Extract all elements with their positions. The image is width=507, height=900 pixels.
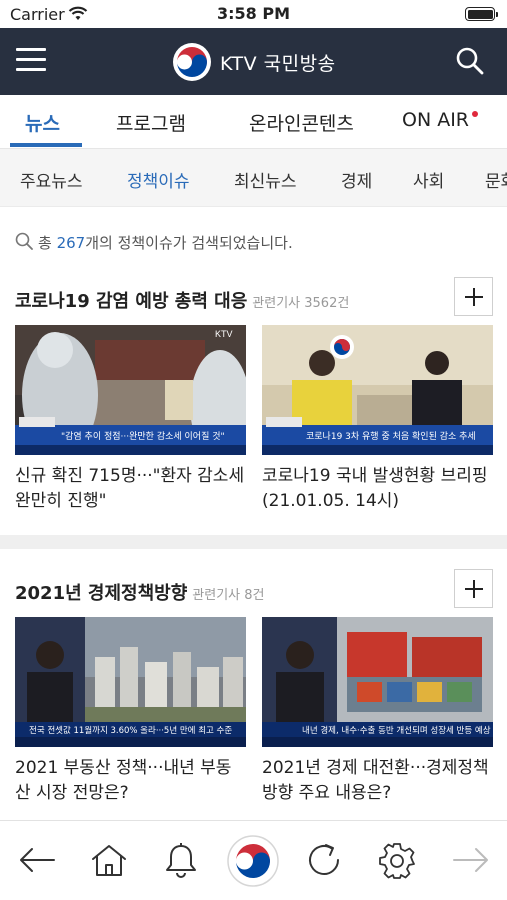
- section-title-text: 2021년 경제정책방향: [15, 583, 188, 604]
- status-time: 3:58 PM: [216, 4, 290, 23]
- news-card[interactable]: KTV "감염 추이 정점···완만한 감소세 이어질 것" 신규 확진 715…: [15, 325, 246, 514]
- news-card[interactable]: 코로나19 3차 유행 중 처음 확인된 감소 추세 코로나19 국내 발생현황…: [262, 325, 493, 514]
- section-title: 2021년 경제정책방향 관련기사 8건: [15, 579, 265, 605]
- section-title: 코로나19 감염 예방 총력 대응 관련기사 3562건: [15, 287, 349, 313]
- taegeuk-logo-icon: [173, 43, 211, 81]
- hamburger-icon-line: [16, 68, 46, 71]
- tab-online-content[interactable]: 온라인콘텐츠: [249, 109, 354, 136]
- app-title: KTV 국민방송: [220, 52, 336, 75]
- back-arrow-icon[interactable]: [18, 847, 56, 873]
- news-caption: 2021 부동산 정책···내년 부동산 시장 전망은?: [15, 758, 232, 803]
- hamburger-icon-line: [16, 48, 46, 51]
- card-list: KTV "감염 추이 정점···완만한 감소세 이어질 것" 신규 확진 715…: [0, 325, 507, 535]
- home-logo-button-icon[interactable]: [227, 835, 279, 887]
- gear-icon[interactable]: [378, 842, 416, 880]
- result-suffix: 개의 정책이슈가 검색되었습니다.: [85, 234, 293, 252]
- news-thumbnail: KTV "감염 추이 정점···완만한 감소세 이어질 것": [15, 325, 246, 455]
- subtab-culture[interactable]: 문화: [485, 167, 507, 192]
- thumbnail-banner: 코로나19 3차 유행 중 처음 확인된 감소 추세: [306, 430, 476, 442]
- channel-tag: KTV: [215, 329, 233, 339]
- subtab-society[interactable]: 사회: [413, 167, 444, 192]
- active-tab-indicator: [10, 143, 82, 147]
- more-button[interactable]: [454, 569, 493, 608]
- on-air-label: ON AIR: [402, 109, 470, 131]
- news-thumbnail: 코로나19 3차 유행 중 처음 확인된 감소 추세: [262, 325, 493, 455]
- section-header: 코로나19 감염 예방 총력 대응 관련기사 3562건: [0, 271, 507, 325]
- refresh-icon[interactable]: [306, 842, 344, 878]
- live-dot-icon: [472, 111, 479, 117]
- thumbnail-banner: 내년 경제, 내수·수출 동반 개선되며 성장세 반등 예상: [302, 725, 491, 736]
- subtab-economy[interactable]: 경제: [341, 167, 372, 192]
- subtab-latest-news[interactable]: 최신뉴스: [234, 167, 297, 192]
- result-count: 267: [56, 234, 86, 252]
- result-summary: 총 267개의 정책이슈가 검색되었습니다.: [0, 207, 507, 271]
- bell-icon[interactable]: [164, 842, 198, 878]
- issue-section: 2021년 경제정책방향 관련기사 8건 전국 전셋값 11월까지 3.60% …: [0, 549, 507, 827]
- related-count: 관련기사 8건: [192, 588, 265, 603]
- home-icon[interactable]: [90, 843, 128, 877]
- thumbnail-banner: 전국 전셋값 11월까지 3.60% 올라···5년 만에 최고 수준: [29, 725, 232, 736]
- result-prefix: 총: [38, 234, 57, 252]
- section-divider: [0, 535, 507, 549]
- battery-icon: [465, 7, 498, 21]
- bottom-toolbar: [0, 820, 507, 900]
- news-caption: 코로나19 국내 발생현황 브리핑 (21.01.05. 14시): [262, 466, 488, 511]
- main-tabs: 뉴스 프로그램 온라인콘텐츠 ON AIR: [0, 95, 507, 149]
- tab-news[interactable]: 뉴스: [25, 109, 60, 136]
- subtab-policy-issues[interactable]: 정책이슈: [127, 167, 190, 192]
- news-caption: 신규 확진 715명···"환자 감소세 완만히 진행": [15, 466, 245, 511]
- subtab-top-news[interactable]: 주요뉴스: [20, 167, 83, 192]
- brand-logo[interactable]: KTV 국민방송: [172, 42, 336, 82]
- menu-button[interactable]: [16, 48, 46, 74]
- news-thumbnail: 내년 경제, 내수·수출 동반 개선되며 성장세 반등 예상: [262, 617, 493, 747]
- forward-arrow-icon[interactable]: [452, 847, 490, 873]
- hamburger-icon-line: [16, 58, 46, 61]
- thumbnail-banner: "감염 추이 정점···완만한 감소세 이어질 것": [61, 430, 225, 442]
- section-title-text: 코로나19 감염 예방 총력 대응: [15, 291, 248, 312]
- search-icon: [15, 232, 33, 250]
- issue-section: 코로나19 감염 예방 총력 대응 관련기사 3562건 KTV "감염 추이 …: [0, 271, 507, 535]
- tab-programs[interactable]: 프로그램: [116, 109, 186, 136]
- related-count: 관련기사 3562건: [252, 296, 350, 311]
- sub-tabs: 주요뉴스 정책이슈 최신뉴스 경제 사회 문화: [0, 149, 507, 207]
- app-header: KTV 국민방송: [0, 28, 507, 95]
- search-icon[interactable]: [455, 46, 485, 76]
- card-list: 전국 전셋값 11월까지 3.60% 올라···5년 만에 최고 수준 2021…: [0, 617, 507, 827]
- result-text: 총 267개의 정책이슈가 검색되었습니다.: [38, 232, 293, 253]
- news-card[interactable]: 내년 경제, 내수·수출 동반 개선되며 성장세 반등 예상 2021년 경제 …: [262, 617, 493, 806]
- status-bar: Carrier 3:58 PM: [0, 0, 507, 28]
- section-header: 2021년 경제정책방향 관련기사 8건: [0, 563, 507, 617]
- news-card[interactable]: 전국 전셋값 11월까지 3.60% 올라···5년 만에 최고 수준 2021…: [15, 617, 246, 806]
- tab-on-air[interactable]: ON AIR: [402, 109, 479, 131]
- news-thumbnail: 전국 전셋값 11월까지 3.60% 올라···5년 만에 최고 수준: [15, 617, 246, 747]
- more-button[interactable]: [454, 277, 493, 316]
- news-caption: 2021년 경제 대전환···경제정책방향 주요 내용은?: [262, 758, 489, 803]
